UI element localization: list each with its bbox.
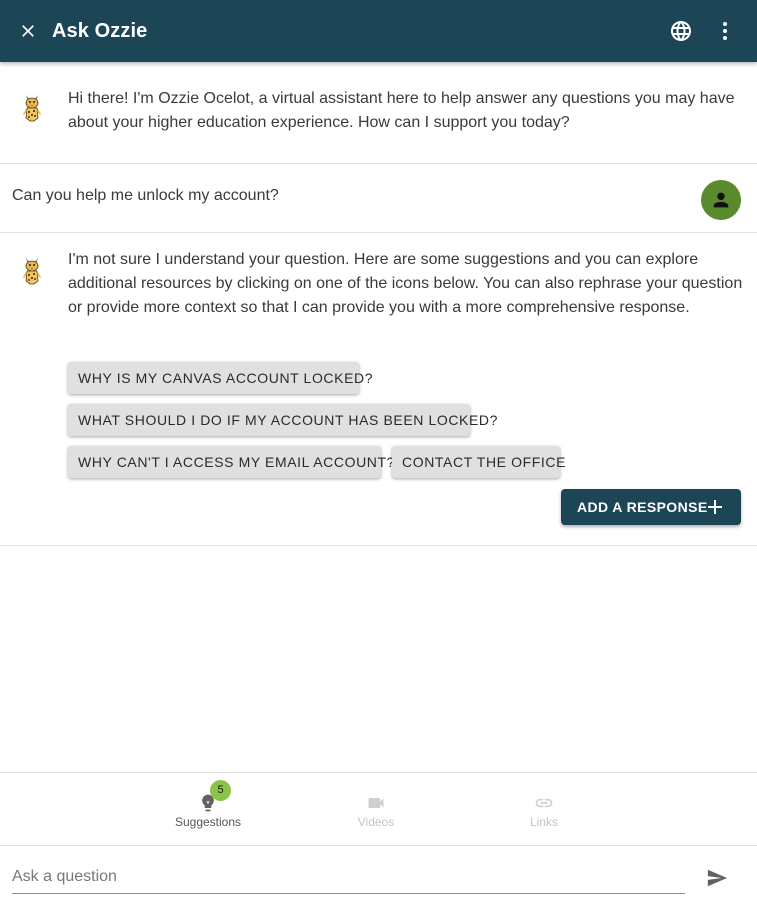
ocelot-mascot-icon [23,95,41,122]
bot-message-text: I'm not sure I understand your question.… [68,251,743,316]
bot-message-greeting: Hi there! I'm Ozzie Ocelot, a virtual as… [0,63,757,164]
add-response-label: ADD A RESPONSE [577,499,708,515]
bot-message-reply: I'm not sure I understand your question.… [0,233,757,546]
more-vert-icon [723,22,727,40]
close-icon [22,25,34,37]
add-response-button[interactable]: ADD A RESPONSE [561,489,741,525]
tab-suggestions[interactable]: Suggestions [148,773,268,845]
tab-videos-label: Videos [357,815,395,829]
more-options-button[interactable] [713,18,737,44]
tab-videos[interactable]: Videos [316,773,436,845]
ask-question-input[interactable] [12,862,685,892]
send-icon [707,869,728,887]
ocelot-mascot-icon [23,258,41,285]
close-button[interactable] [16,19,40,43]
suggestion-chip[interactable]: What should I do if my account has been … [68,404,497,436]
suggestions-count-badge: 5 [210,780,231,801]
globe-icon [671,21,691,41]
ozzie-ocelot-avatar [20,257,44,285]
bot-message-text: Hi there! I'm Ozzie Ocelot, a virtual as… [68,90,735,131]
app-title: Ask Ozzie [52,20,148,42]
tab-links[interactable]: Links [484,773,604,845]
user-avatar [701,180,741,220]
suggestion-chip[interactable]: Contact the office [392,446,565,478]
user-message-text: Can you help me unlock my account? [12,187,279,204]
user-message: Can you help me unlock my account? [0,164,757,233]
app-header: Ask Ozzie [0,0,757,62]
plus-icon [708,500,722,514]
resource-tabs: Suggestions Videos Links [0,772,757,846]
person-icon [713,192,729,208]
videocam-icon [368,798,384,808]
suggestion-chip[interactable]: Why can't I access my email account? [68,446,394,478]
link-icon [535,798,553,808]
tab-links-label: Links [529,815,558,829]
ask-question-field [12,862,685,894]
suggestion-chip[interactable]: Why is my Canvas account locked? [68,362,373,394]
tab-suggestions-label: Suggestions [174,815,242,829]
send-button[interactable] [704,866,730,890]
language-button[interactable] [668,18,694,44]
ozzie-ocelot-avatar [20,94,44,122]
